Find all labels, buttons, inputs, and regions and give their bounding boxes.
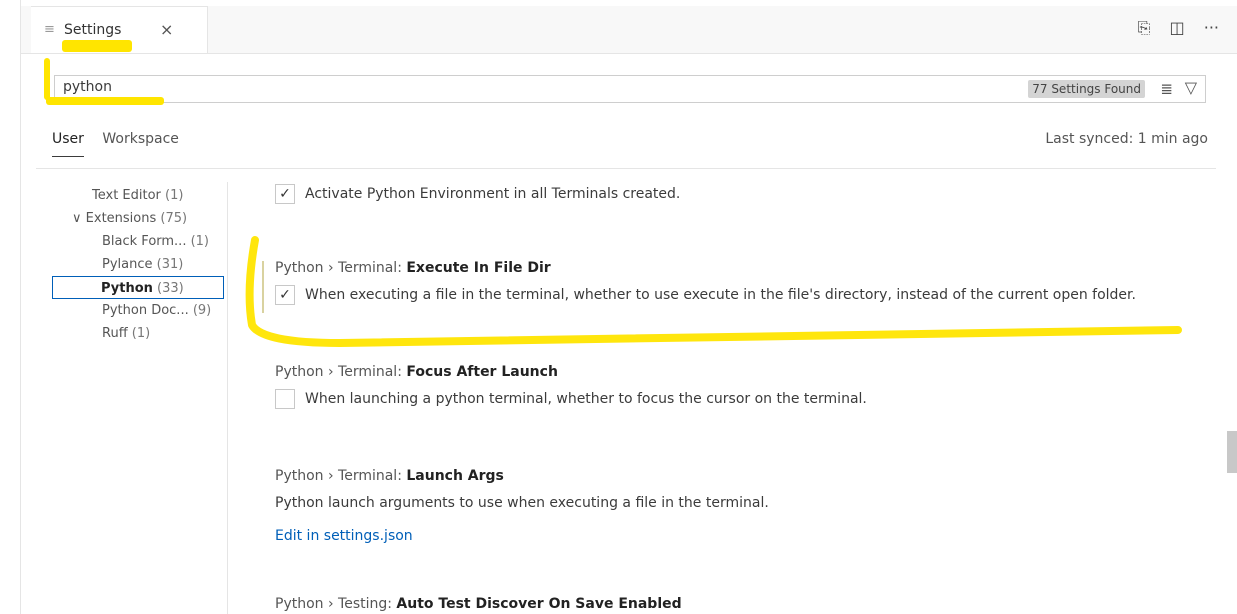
checkbox-activate-environment[interactable]: ✓ <box>275 184 295 204</box>
setting-title: Python › Terminal: Launch Args <box>275 468 504 484</box>
setting-auto-test-discover: Python › Testing: Auto Test Discover On … <box>275 596 682 612</box>
setting-title: Python › Terminal: Focus After Launch <box>275 364 558 380</box>
toc-item-ruff[interactable]: Ruff (1) <box>54 322 226 345</box>
chevron-down-icon[interactable]: ∨ <box>72 211 82 226</box>
setting-execute-in-file-dir: Python › Terminal: Execute In File Dir ✓… <box>275 260 1136 305</box>
toc-item-python-docstring[interactable]: Python Doc... (9) <box>54 299 226 322</box>
more-actions-icon[interactable]: ··· <box>1204 18 1219 37</box>
annotation-highlight-vertical <box>44 58 50 100</box>
toc-item-extensions[interactable]: ∨ Extensions (75) <box>54 207 226 230</box>
editor-left-border <box>20 0 21 614</box>
toc-item-black-formatter[interactable]: Black Form... (1) <box>54 230 226 253</box>
setting-description: When launching a python terminal, whethe… <box>305 391 867 407</box>
close-icon[interactable]: × <box>160 20 173 39</box>
setting-description: Python launch arguments to use when exec… <box>275 495 769 511</box>
filter-icon[interactable]: ▽ <box>1185 78 1197 97</box>
annotation-highlight-tab <box>62 40 132 52</box>
toc-item-python[interactable]: Python (33) <box>52 276 224 299</box>
setting-description: When executing a file in the terminal, w… <box>305 287 1136 303</box>
results-count-badge: 77 Settings Found <box>1028 80 1145 98</box>
settings-search-input[interactable]: python 77 Settings Found ≣ ▽ <box>54 75 1206 103</box>
last-synced-label: Last synced: 1 min ago <box>1045 131 1208 147</box>
open-settings-json-icon[interactable]: ⎘ <box>1138 18 1151 37</box>
editor-actions: ⎘ ◫ ··· <box>1124 18 1219 38</box>
tab-workspace[interactable]: Workspace <box>102 131 179 147</box>
checkbox-focus-after-launch[interactable] <box>275 389 295 409</box>
annotation-highlight-search <box>46 97 164 105</box>
toc-item-text-editor[interactable]: Text Editor (1) <box>54 184 226 207</box>
tab-bar: ≡ Settings × ⎘ ◫ ··· <box>21 6 1237 54</box>
tab-settings-label: Settings <box>64 22 122 38</box>
list-icon: ≡ <box>44 22 55 37</box>
settings-list: ✓ Activate Python Environment in all Term… <box>227 169 1237 614</box>
settings-toc: Text Editor (1) ∨ Extensions (75) Black … <box>52 184 226 345</box>
scrollbar-thumb[interactable] <box>1227 431 1237 473</box>
modified-indicator <box>262 261 264 313</box>
clear-filter-icon[interactable]: ≣ <box>1160 80 1173 98</box>
edit-in-settings-json-link[interactable]: Edit in settings.json <box>275 528 769 544</box>
split-editor-icon[interactable]: ◫ <box>1170 18 1185 37</box>
search-input-value: python <box>63 79 112 95</box>
toc-item-pylance[interactable]: Pylance (31) <box>54 253 226 276</box>
setting-title: Python › Testing: Auto Test Discover On … <box>275 596 682 612</box>
setting-launch-args: Python › Terminal: Launch Args Python la… <box>275 468 769 544</box>
scope-tabs: User Workspace <box>52 131 179 157</box>
setting-activate-environment: ✓ Activate Python Environment in all Term… <box>275 184 680 204</box>
setting-focus-after-launch: Python › Terminal: Focus After Launch Wh… <box>275 364 867 409</box>
setting-description: Activate Python Environment in all Termi… <box>305 186 681 202</box>
setting-title: Python › Terminal: Execute In File Dir <box>275 260 551 276</box>
checkbox-execute-in-file-dir[interactable]: ✓ <box>275 285 295 305</box>
tab-user[interactable]: User <box>52 131 84 157</box>
